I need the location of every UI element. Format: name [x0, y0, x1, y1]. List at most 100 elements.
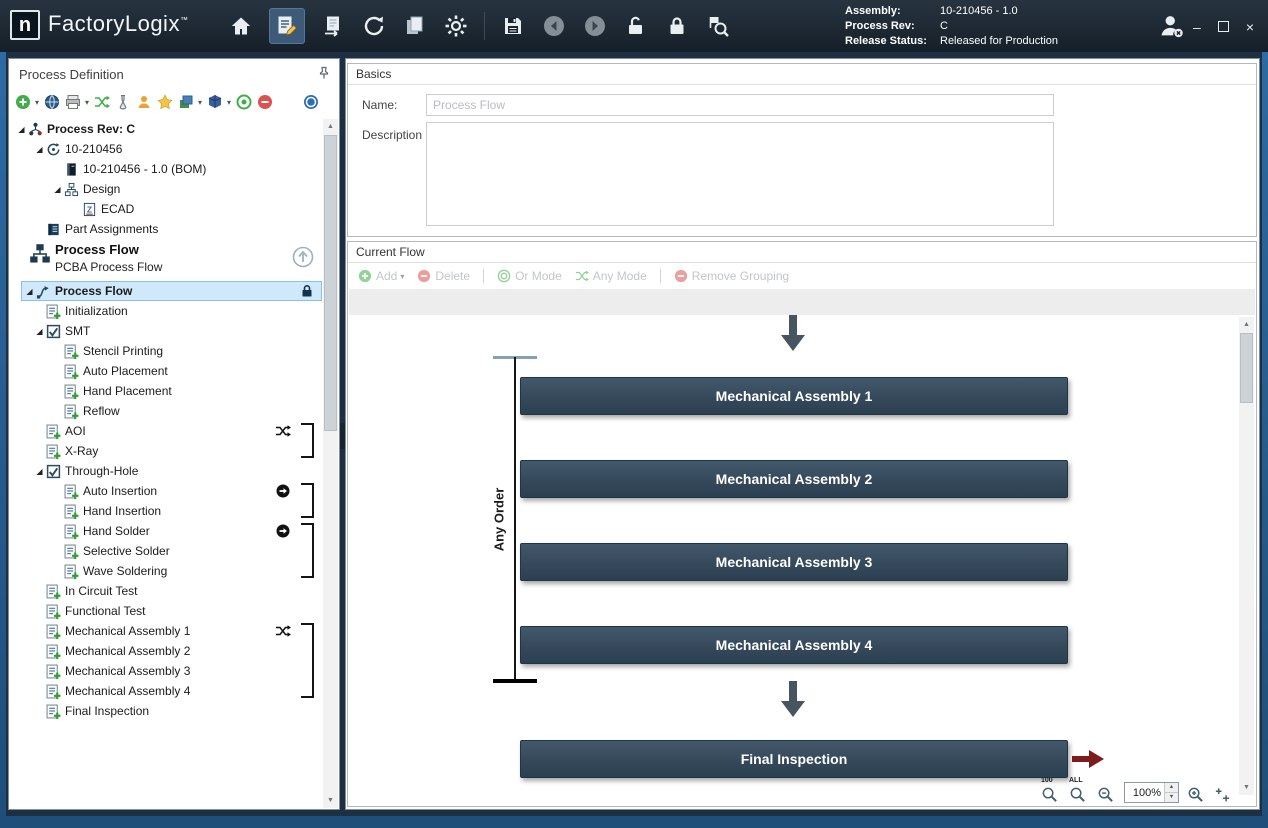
flask-icon[interactable] — [115, 94, 131, 110]
add-button[interactable]: Add▾ — [358, 269, 404, 283]
tree-item-wave-soldering[interactable]: Wave Soldering — [9, 561, 322, 581]
scroll-down-icon[interactable]: ▼ — [1239, 780, 1254, 795]
tree-item-functional-test[interactable]: Functional Test — [9, 601, 322, 621]
star-icon[interactable] — [157, 94, 173, 110]
any-mode-button[interactable]: Any Mode — [575, 269, 647, 283]
pin-icon[interactable] — [317, 66, 331, 85]
flow-final-box[interactable]: Final Inspection — [520, 740, 1068, 778]
zoom-level-spinner[interactable]: 100% ▲ ▼ — [1124, 782, 1179, 803]
toolbar-button-label: Delete — [435, 269, 470, 283]
close-button[interactable]: × — [1246, 20, 1254, 34]
home-icon[interactable] — [228, 13, 254, 39]
scrollbar-thumb[interactable] — [1240, 333, 1253, 403]
ecad-icon: Z — [82, 202, 97, 217]
tree-item-auto-insertion[interactable]: Auto Insertion — [9, 481, 322, 501]
tree-item-mechanical-assembly-1[interactable]: Mechanical Assembly 1 — [9, 621, 322, 641]
tree-item-mechanical-assembly-4[interactable]: Mechanical Assembly 4 — [9, 681, 322, 701]
tree-item-process-flow[interactable]: ◢Process Flow — [21, 281, 322, 301]
tree-scrollbar[interactable]: ▲ ▼ — [323, 119, 338, 808]
tree-expander-icon[interactable]: ◢ — [33, 467, 46, 476]
dropdown-caret-icon[interactable]: ▾ — [198, 98, 202, 107]
tree-item-selective-solder[interactable]: Selective Solder — [9, 541, 322, 561]
settings-gear-icon[interactable] — [443, 13, 469, 39]
sync-icon[interactable] — [361, 13, 387, 39]
zoom-100-button[interactable]: 100 — [1041, 778, 1061, 803]
tree-expander-icon[interactable]: ◢ — [23, 287, 36, 296]
maximize-button[interactable] — [1218, 20, 1229, 34]
minimize-button[interactable]: – — [1193, 20, 1201, 34]
tree-item-part-assignments[interactable]: Part Assignments — [9, 219, 322, 239]
circle-green-icon[interactable] — [236, 94, 252, 110]
tree-item-aoi[interactable]: AOI — [9, 421, 322, 441]
tree-expander-icon[interactable]: ◢ — [15, 125, 28, 134]
zoom-in-button[interactable] — [1187, 781, 1206, 803]
zoom-out-button[interactable] — [1097, 781, 1116, 803]
tree-item-stencil-printing[interactable]: Stencil Printing — [9, 341, 322, 361]
tree-item-smt[interactable]: ◢SMT — [9, 321, 322, 341]
tree-item-10-210456[interactable]: ◢10-210456 — [9, 139, 322, 159]
user-logout-icon[interactable] — [1158, 12, 1186, 40]
zoom-step-up-button[interactable]: ▲ — [1165, 783, 1178, 793]
zoom-increments-button[interactable] — [1214, 781, 1233, 803]
flow-step-box[interactable]: Mechanical Assembly 1 — [520, 377, 1068, 415]
canvas-scrollbar[interactable]: ▲ ▼ — [1239, 317, 1254, 795]
scroll-down-icon[interactable]: ▼ — [323, 793, 338, 808]
lock-icon[interactable] — [664, 13, 690, 39]
tree-expander-icon[interactable]: ◢ — [33, 145, 46, 154]
zoom-fit-all-button[interactable]: ALL — [1069, 778, 1089, 803]
tree-item-label: Hand Placement — [83, 384, 172, 398]
tree-item-10-210456-1-0-bom[interactable]: 10-210456 - 1.0 (BOM) — [9, 159, 322, 179]
delete-button[interactable]: Delete — [417, 269, 470, 283]
process-flow-section-header[interactable]: Process Flow PCBA Process Flow — [9, 241, 322, 279]
tree-item-hand-solder[interactable]: Hand Solder — [9, 521, 322, 541]
tree-item-design[interactable]: ◢Design — [9, 179, 322, 199]
tree-item-in-circuit-test[interactable]: In Circuit Test — [9, 581, 322, 601]
tree-item-mechanical-assembly-2[interactable]: Mechanical Assembly 2 — [9, 641, 322, 661]
web-icon[interactable] — [44, 94, 60, 110]
dropdown-caret-icon[interactable]: ▾ — [35, 98, 39, 107]
tree-item-ecad[interactable]: ZECAD — [9, 199, 322, 219]
tree-item-through-hole[interactable]: ◢Through-Hole — [9, 461, 322, 481]
scrollbar-thumb[interactable] — [324, 135, 337, 431]
tree-item-hand-insertion[interactable]: Hand Insertion — [9, 501, 322, 521]
tree-item-reflow[interactable]: Reflow — [9, 401, 322, 421]
documents-icon[interactable] — [402, 13, 428, 39]
tree-expander-icon[interactable]: ◢ — [51, 185, 64, 194]
audit-search-icon[interactable] — [705, 13, 731, 39]
tree-item-initialization[interactable]: Initialization — [9, 301, 322, 321]
remove-grouping-button[interactable]: Remove Grouping — [674, 269, 789, 283]
description-input[interactable] — [426, 122, 1054, 226]
flow-step-box[interactable]: Mechanical Assembly 2 — [520, 460, 1068, 498]
document-flow-icon[interactable] — [320, 13, 346, 39]
tree-item-final-inspection[interactable]: Final Inspection — [9, 701, 322, 721]
tree-item-mechanical-assembly-3[interactable]: Mechanical Assembly 3 — [9, 661, 322, 681]
back-icon[interactable] — [541, 13, 567, 39]
zoom-step-down-button[interactable]: ▼ — [1165, 793, 1178, 802]
dropdown-caret-icon[interactable]: ▾ — [227, 98, 231, 107]
scroll-up-icon[interactable]: ▲ — [323, 119, 338, 134]
or-mode-button[interactable]: Or Mode — [497, 269, 562, 283]
jump-to-flow-button[interactable] — [292, 246, 314, 268]
circle-red-icon[interactable] — [257, 94, 273, 110]
tree-item-hand-placement[interactable]: Hand Placement — [9, 381, 322, 401]
process-editor-icon[interactable] — [269, 8, 305, 44]
circle-blue-icon[interactable] — [303, 94, 319, 110]
print-icon[interactable] — [65, 94, 81, 110]
layers-icon[interactable] — [178, 94, 194, 110]
tree-item-process-rev-c[interactable]: ◢Process Rev: C — [9, 119, 322, 139]
unlock-icon[interactable] — [623, 13, 649, 39]
scroll-up-icon[interactable]: ▲ — [1239, 317, 1254, 332]
dropdown-caret-icon[interactable]: ▾ — [85, 98, 89, 107]
tree-item-x-ray[interactable]: X-Ray — [9, 441, 322, 461]
save-icon[interactable] — [500, 13, 526, 39]
add-icon[interactable] — [15, 94, 31, 110]
forward-icon[interactable] — [582, 13, 608, 39]
flow-step-box[interactable]: Mechanical Assembly 3 — [520, 543, 1068, 581]
name-input[interactable] — [426, 94, 1054, 116]
tree-expander-icon[interactable]: ◢ — [33, 327, 46, 336]
package-icon[interactable] — [207, 94, 223, 110]
user-icon[interactable] — [136, 94, 152, 110]
flow-step-box[interactable]: Mechanical Assembly 4 — [520, 626, 1068, 664]
tree-item-auto-placement[interactable]: Auto Placement — [9, 361, 322, 381]
exchange-icon[interactable] — [94, 94, 110, 110]
